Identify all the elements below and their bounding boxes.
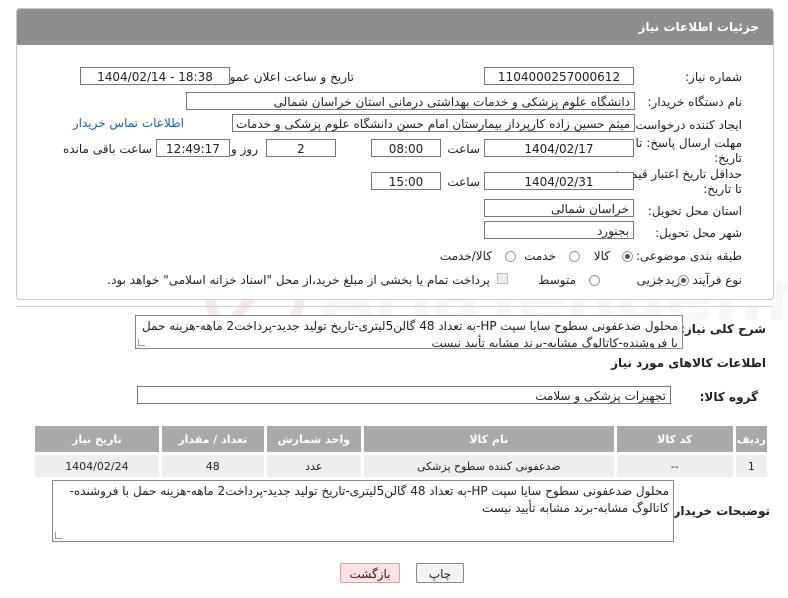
cell-row: 1 — [732, 452, 771, 480]
col-unit: واحد شمارش — [263, 423, 364, 455]
col-quantity: تعداد / مقدار — [158, 423, 267, 455]
category-option-service: خدمت — [524, 249, 556, 263]
price-validity-label-2: تا تاریخ: — [703, 182, 742, 196]
days-remaining-field: 2 — [266, 139, 336, 157]
remaining-time-label: ساعت باقی مانده — [62, 142, 152, 156]
announce-datetime-field: 1404/02/14 - 18:38 — [80, 67, 230, 85]
summary-text: محلول ضدعفونی سطوح سایا سپت HP-به تعداد … — [141, 319, 678, 349]
buyer-notes-label: توضیحات خریدار: — [668, 504, 770, 518]
process-radio-medium[interactable] — [589, 275, 600, 286]
remaining-time-field: 12:49:17 — [156, 139, 230, 157]
category-radio-goods-service[interactable] — [505, 251, 516, 262]
reply-deadline-label-2: تاریخ: — [714, 151, 742, 165]
province-label: استان محل تحویل: — [647, 204, 742, 218]
process-type-label: نوع فرآیند خرید : — [657, 273, 742, 287]
city-label: شهر محل تحویل: — [655, 226, 742, 240]
buyer-org-label: نام دستگاه خریدار: — [647, 95, 743, 109]
summary-label: شرح کلی نیاز: — [680, 322, 766, 336]
print-button[interactable]: چاپ — [416, 563, 464, 583]
cell-unit: عدد — [263, 452, 364, 480]
treasury-payment-checkbox[interactable] — [497, 273, 508, 284]
col-need-date: تاریخ نیاز — [32, 423, 162, 455]
summary-textarea[interactable]: محلول ضدعفونی سطوح سایا سپت HP-به تعداد … — [135, 315, 683, 349]
category-label: طبقه بندی موضوعی: — [635, 249, 742, 263]
col-code: کد کالا — [613, 423, 736, 455]
category-option-goods-service: کالا/خدمت — [439, 249, 492, 263]
reply-deadline-label: مهلت ارسال پاسخ: تا — [635, 136, 742, 150]
col-name: نام کالا — [360, 423, 617, 455]
process-option-medium: متوسط — [538, 273, 576, 287]
goods-table: ردیف کد کالا نام کالا واحد شمارش تعداد /… — [32, 423, 771, 480]
col-row: ردیف — [732, 423, 771, 455]
goods-table-header: ردیف کد کالا نام کالا واحد شمارش تعداد /… — [32, 423, 771, 455]
reply-time-label: ساعت — [447, 142, 480, 156]
process-option-minor: جزیی — [636, 273, 664, 287]
goods-group-field: تجهیزات پزشکی و سلامت — [137, 386, 671, 404]
resize-handle-icon[interactable] — [138, 339, 145, 346]
table-row: 1 -- ضدعفونی کننده سطوح پزشکی عدد 48 140… — [32, 452, 771, 480]
category-option-goods: کالا — [593, 249, 610, 263]
process-radio-minor[interactable] — [678, 275, 689, 286]
buyer-org-field: دانشگاه علوم پزشکی و خدمات بهداشتی درمان… — [186, 92, 635, 110]
buyer-notes-textarea[interactable]: محلول ضدعفونی سطوح سایا سپت HP-به تعداد … — [52, 480, 674, 542]
category-radio-service[interactable] — [569, 251, 580, 262]
buyer-contact-link[interactable]: اطلاعات تماس خریدار — [73, 116, 184, 130]
price-valid-date-field: 1404/02/31 — [484, 172, 634, 190]
panel-title: جزئیات اطلاعات نیاز — [638, 20, 759, 34]
announce-label: تاریخ و ساعت اعلان عمومی: — [209, 70, 354, 84]
resize-handle-icon[interactable] — [55, 532, 62, 539]
days-label: روز و — [231, 142, 258, 156]
reply-time-field: 08:00 — [371, 139, 441, 157]
city-field: بجنورد — [484, 221, 634, 239]
requester-field: میثم حسین زاده کارپرداز بیمارستان امام ح… — [232, 114, 635, 132]
requester-label: ایجاد کننده درخواست: — [631, 118, 742, 132]
need-number-label: شماره نیاز: — [685, 70, 742, 84]
goods-info-heading: اطلاعات کالاهای مورد نیاز — [611, 356, 766, 370]
panel-header: جزئیات اطلاعات نیاز — [17, 9, 773, 45]
buyer-notes-text: محلول ضدعفونی سطوح سایا سپت HP-به تعداد … — [69, 484, 669, 515]
category-radio-goods[interactable] — [622, 251, 633, 262]
price-valid-time-field: 15:00 — [371, 172, 441, 190]
reply-date-field: 1404/02/17 — [484, 139, 634, 157]
section-divider — [16, 306, 772, 307]
back-button[interactable]: بازگشت — [340, 563, 400, 583]
need-number-field: 1104000257000612 — [484, 67, 634, 85]
price-time-label: ساعت — [447, 175, 480, 189]
cell-code: -- — [613, 452, 736, 480]
cell-need-date: 1404/02/24 — [32, 452, 162, 480]
treasury-payment-note: پرداخت تمام یا بخشی از مبلغ خرید،از محل … — [107, 273, 490, 287]
cell-name: ضدعفونی کننده سطوح پزشکی — [360, 452, 617, 480]
province-field: خراسان شمالی — [484, 199, 634, 217]
price-validity-label: حداقل تاریخ اعتبار قیمت: — [615, 167, 742, 181]
goods-group-label: گروه کالا: — [699, 390, 758, 404]
cell-quantity: 48 — [158, 452, 267, 480]
